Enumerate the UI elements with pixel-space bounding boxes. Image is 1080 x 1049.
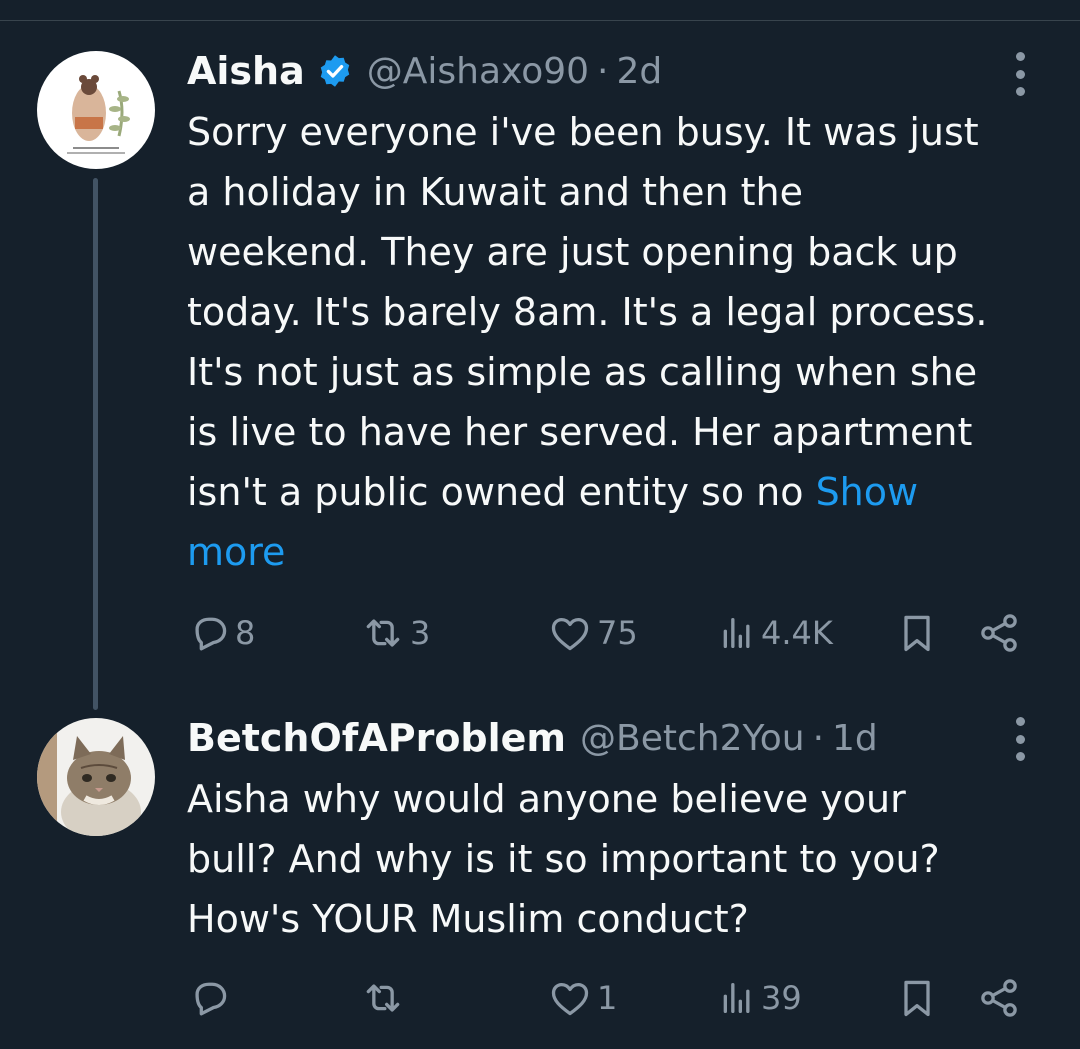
bookmark-button[interactable] xyxy=(895,608,939,658)
avatar[interactable] xyxy=(37,718,155,836)
view-count: 4.4K xyxy=(761,614,833,652)
verified-badge-icon xyxy=(320,55,349,87)
tweet-header: Aisha @Aishaxo90 · 2d xyxy=(187,41,662,101)
bookmark-icon xyxy=(904,980,930,1017)
heart-icon xyxy=(551,982,589,1016)
tweet-header: BetchOfAProblem @Betch2You · 1d xyxy=(187,708,878,768)
reply-icon xyxy=(195,617,227,651)
tweet-text: Sorry everyone i've been busy. It was ju… xyxy=(187,102,1057,582)
repost-button[interactable]: 3 xyxy=(360,608,430,658)
like-count: 75 xyxy=(597,614,638,652)
repost-button[interactable] xyxy=(360,973,406,1023)
share-icon xyxy=(981,979,1017,1017)
more-vertical-icon[interactable] xyxy=(1008,52,1032,96)
repost-icon xyxy=(366,984,400,1012)
more-vertical-icon[interactable] xyxy=(1008,717,1032,761)
share-icon xyxy=(981,614,1017,652)
separator-dot: · xyxy=(597,50,609,92)
views-button[interactable]: 4.4K xyxy=(717,608,833,658)
tweet-text: Aisha why would anyone believe your bull… xyxy=(187,777,940,941)
share-button[interactable] xyxy=(977,608,1021,658)
bookmark-icon xyxy=(904,615,930,652)
views-icon xyxy=(723,618,750,648)
reply-count: 8 xyxy=(235,614,256,652)
user-handle[interactable]: @Betch2You xyxy=(580,718,805,759)
heart-icon xyxy=(551,617,589,651)
views-icon xyxy=(723,983,750,1013)
timestamp[interactable]: 2d xyxy=(617,51,663,92)
like-button[interactable]: 1 xyxy=(547,973,617,1023)
top-divider xyxy=(0,20,1080,21)
reply-button[interactable]: 8 xyxy=(187,608,255,658)
user-handle[interactable]: @Aishaxo90 xyxy=(367,51,589,92)
like-button[interactable]: 75 xyxy=(547,608,638,658)
display-name[interactable]: Aisha xyxy=(187,49,305,93)
view-count: 39 xyxy=(761,979,802,1017)
share-button[interactable] xyxy=(977,973,1021,1023)
tweet-actions: 1 39 xyxy=(187,973,1037,1023)
repost-count: 3 xyxy=(410,614,431,652)
thread-connector-line xyxy=(93,178,98,710)
tweet-actions: 8 3 75 4.4K xyxy=(187,608,1037,658)
reply-button[interactable] xyxy=(187,973,231,1023)
timestamp[interactable]: 1d xyxy=(832,718,878,759)
display-name[interactable]: BetchOfAProblem xyxy=(187,716,566,760)
tweet-body: Sorry everyone i've been busy. It was ju… xyxy=(187,110,988,514)
avatar[interactable] xyxy=(37,51,155,169)
repost-icon xyxy=(366,619,400,647)
reply-icon xyxy=(195,982,227,1016)
like-count: 1 xyxy=(597,979,618,1017)
separator-dot: · xyxy=(812,717,825,759)
views-button[interactable]: 39 xyxy=(717,973,802,1023)
bookmark-button[interactable] xyxy=(895,973,939,1023)
